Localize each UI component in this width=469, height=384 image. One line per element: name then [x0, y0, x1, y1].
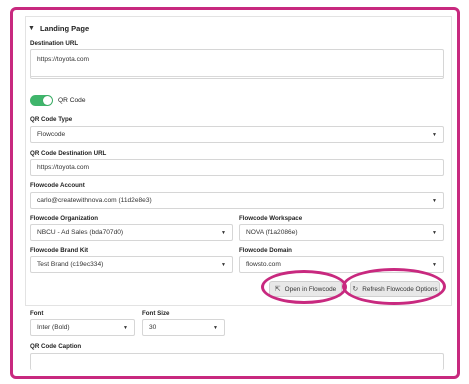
destination-url-label: Destination URL: [30, 40, 79, 47]
flowcode-domain-value: flowsto.com: [246, 261, 281, 268]
divider: [30, 76, 444, 77]
qr-destination-url-label: QR Code Destination URL: [30, 150, 107, 157]
highlight-circle: [261, 270, 347, 304]
font-value: Inter (Bold): [37, 324, 70, 331]
flowcode-organization-select[interactable]: NBCU - Ad Sales (bda707d0) ▼: [30, 224, 233, 241]
font-label: Font: [30, 310, 44, 317]
qr-code-type-label: QR Code Type: [30, 116, 73, 123]
flowcode-workspace-value: NOVA (f1a2086e): [246, 229, 298, 236]
flowcode-account-value: carlo@createwithnova.com (11d2e8e3): [37, 197, 152, 204]
flowcode-workspace-label: Flowcode Workspace: [239, 215, 303, 222]
flowcode-brand-kit-select[interactable]: Test Brand (c19ec334) ▼: [30, 256, 233, 273]
qr-code-caption-input[interactable]: [30, 353, 444, 370]
qr-destination-url-input[interactable]: https://toyota.com: [30, 159, 444, 176]
chevron-down-icon: ▼: [432, 229, 437, 236]
font-size-value: 30: [149, 324, 157, 331]
screenshot-frame: ▼ Landing Page Destination URL https://t…: [10, 7, 460, 379]
chevron-down-icon: ▼: [213, 324, 218, 331]
chevron-down-icon: ▼: [221, 261, 226, 268]
flowcode-organization-value: NBCU - Ad Sales (bda707d0): [37, 229, 124, 236]
chevron-down-icon: ▼: [432, 261, 437, 268]
flowcode-brand-kit-label: Flowcode Brand Kit: [30, 247, 89, 254]
destination-url-input[interactable]: https://toyota.com: [30, 49, 444, 79]
flowcode-account-label: Flowcode Account: [30, 182, 85, 189]
chevron-down-icon: ▼: [432, 131, 437, 138]
font-size-label: Font Size: [142, 310, 170, 317]
font-select[interactable]: Inter (Bold) ▼: [30, 319, 135, 336]
flowcode-domain-label: Flowcode Domain: [239, 247, 292, 254]
toggle-knob: [43, 96, 52, 105]
destination-url-value: https://toyota.com: [37, 56, 90, 63]
qr-code-toggle-label: QR Code: [58, 97, 86, 104]
qr-destination-url-value: https://toyota.com: [37, 164, 90, 171]
qr-code-type-select[interactable]: Flowcode ▼: [30, 126, 444, 143]
highlight-circle: [342, 268, 446, 305]
chevron-down-icon: ▼: [221, 229, 226, 236]
flowcode-brand-kit-value: Test Brand (c19ec334): [37, 261, 104, 268]
qr-code-toggle[interactable]: [30, 95, 53, 106]
flowcode-workspace-select[interactable]: NOVA (f1a2086e) ▼: [239, 224, 444, 241]
chevron-down-icon: ▼: [123, 324, 128, 331]
chevron-down-icon: ▼: [432, 197, 437, 204]
font-size-select[interactable]: 30 ▼: [142, 319, 225, 336]
section-header[interactable]: ▼ Landing Page: [28, 24, 89, 33]
qr-code-caption-label: QR Code Caption: [30, 343, 82, 350]
collapse-caret-icon[interactable]: ▼: [28, 25, 35, 32]
flowcode-account-select[interactable]: carlo@createwithnova.com (11d2e8e3) ▼: [30, 192, 444, 209]
section-title: Landing Page: [39, 24, 90, 33]
flowcode-organization-label: Flowcode Organization: [30, 215, 99, 222]
qr-code-type-value: Flowcode: [37, 131, 66, 138]
